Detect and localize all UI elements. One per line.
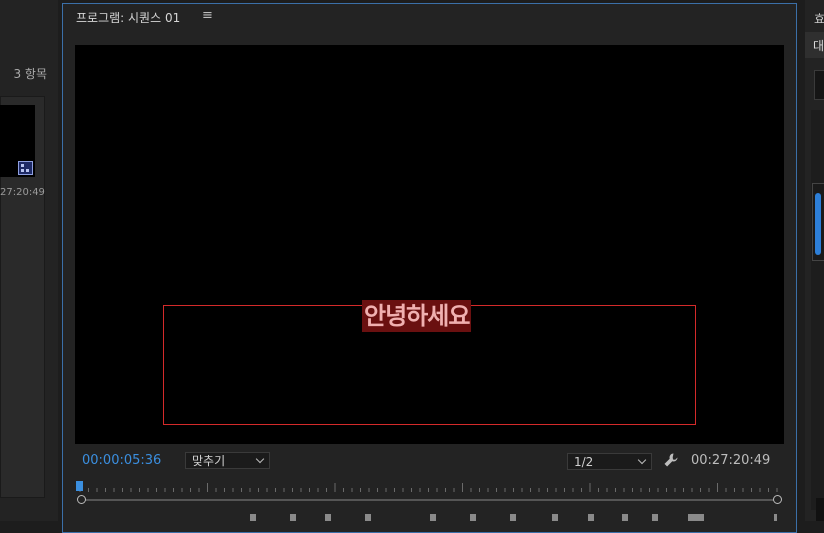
chevron-down-icon (637, 455, 647, 465)
clip-duration: 27:20:49 (0, 187, 45, 198)
transport-icon[interactable] (688, 514, 704, 521)
wrench-settings-icon[interactable] (663, 452, 679, 468)
item-count-label: 3 항목 (13, 67, 47, 81)
resolution-value: 1/2 (574, 455, 594, 469)
right-panel-tab-label: 대 (813, 39, 824, 53)
right-panel-footer (816, 498, 824, 521)
right-scrollbar-thumb[interactable] (815, 193, 821, 255)
zoom-scrollbar-track[interactable] (82, 499, 779, 501)
zoom-level-dropdown[interactable]: 맞추기 (185, 452, 270, 469)
transport-icon[interactable] (250, 514, 256, 521)
scrollbar-left-handle[interactable] (77, 495, 86, 504)
time-ruler[interactable] (78, 482, 780, 496)
playhead[interactable] (76, 481, 83, 491)
right-panel-title[interactable]: 효 (814, 10, 824, 27)
transport-icon[interactable] (290, 514, 296, 521)
chevron-down-icon (255, 454, 265, 464)
caption-text[interactable]: 안녕하세요 (362, 300, 472, 332)
transport-icon[interactable] (652, 514, 658, 521)
transport-icon[interactable] (470, 514, 476, 521)
transport-icon[interactable] (774, 514, 777, 521)
playback-resolution-dropdown[interactable]: 1/2 (567, 453, 652, 470)
sequence-icon (18, 161, 33, 175)
transport-icon[interactable] (622, 514, 628, 521)
current-timecode[interactable]: 00:00:05:36 (82, 453, 161, 468)
panel-title[interactable]: 프로그램: 시퀀스 01 (76, 9, 180, 26)
transport-icon[interactable] (325, 514, 331, 521)
transport-icon[interactable] (430, 514, 436, 521)
transport-controls[interactable] (250, 514, 790, 521)
transport-icon[interactable] (588, 514, 594, 521)
scrollbar-right-handle[interactable] (773, 495, 782, 504)
transport-icon[interactable] (552, 514, 558, 521)
total-duration: 00:27:20:49 (691, 453, 771, 468)
transport-icon[interactable] (365, 514, 371, 521)
panel-menu-icon[interactable]: ≡ (202, 8, 213, 23)
transport-icon[interactable] (510, 514, 516, 521)
zoom-level-value: 맞추기 (192, 454, 226, 468)
right-panel-content (811, 110, 824, 510)
right-panel-field[interactable] (814, 70, 824, 100)
